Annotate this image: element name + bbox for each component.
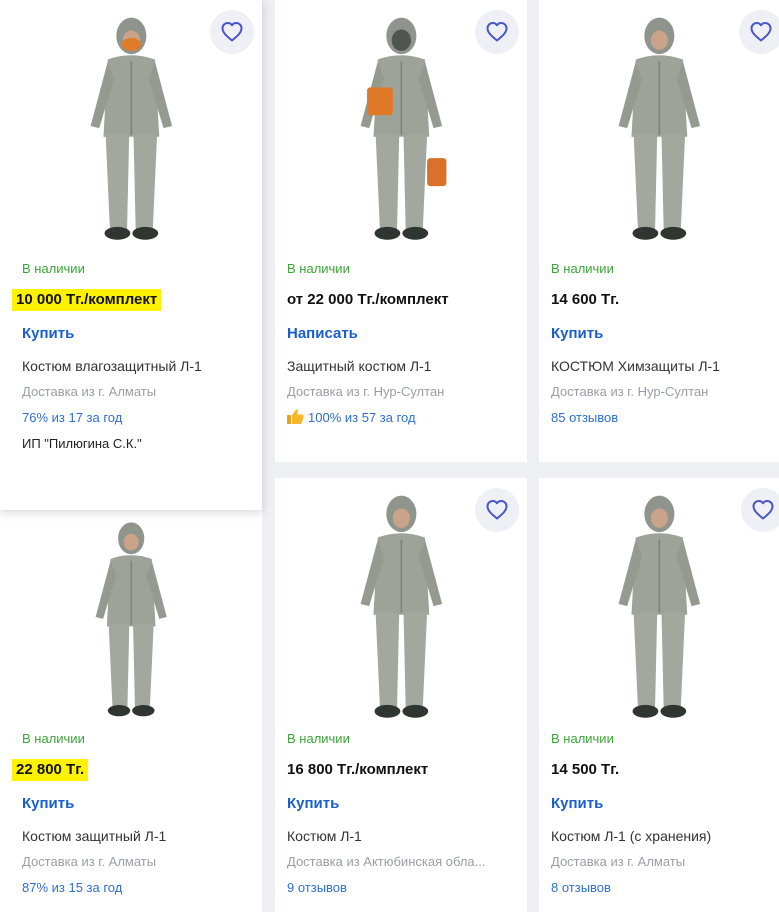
protective-suit-image: [89, 16, 173, 241]
buy-button[interactable]: Купить: [551, 324, 771, 344]
product-title[interactable]: Костюм влагозащитный Л-1: [22, 356, 254, 376]
heart-outline-icon: [221, 22, 243, 42]
delivery-info: Доставка из Актюбинская обла...: [287, 854, 486, 869]
product-title[interactable]: Защитный костюм Л-1: [287, 356, 519, 376]
delivery-info: Доставка из г. Алматы: [551, 854, 686, 869]
product-price: от 22 000 Тг./комплект: [287, 291, 449, 308]
seller-name[interactable]: ИП "Пилюгина С.К.": [22, 435, 254, 453]
heart-outline-icon: [750, 22, 772, 42]
product-title[interactable]: Костюм Л-1 (с хранения): [551, 826, 771, 846]
delivery-info: Доставка из г. Нур-Султан: [287, 384, 445, 399]
product-card[interactable]: В наличии 14 600 Тг. Купить КОСТЮМ Химза…: [539, 0, 779, 462]
protective-suit-image: [617, 16, 701, 241]
product-title[interactable]: КОСТЮМ Химзащиты Л-1: [551, 356, 771, 376]
seller-rating-text: 100% из 57 за год: [308, 410, 416, 425]
price-highlight: 22 800 Тг.: [12, 759, 89, 781]
availability-status: В наличии: [551, 261, 614, 276]
write-button[interactable]: Написать: [287, 324, 519, 344]
availability-status: В наличии: [22, 731, 85, 746]
thumbs-up-icon: [287, 409, 304, 424]
buy-button[interactable]: Купить: [551, 794, 771, 814]
heart-outline-icon: [486, 22, 508, 42]
product-card[interactable]: В наличии 10 000 Тг./комплект Купить Кос…: [0, 0, 262, 510]
product-title[interactable]: Костюм защитный Л-1: [22, 826, 254, 846]
protective-suit-image: [94, 521, 168, 717]
product-card[interactable]: В наличии от 22 000 Тг./комплект Написат…: [275, 0, 527, 462]
favorite-button[interactable]: [475, 10, 519, 54]
product-title[interactable]: Костюм Л-1: [287, 826, 519, 846]
favorite-button[interactable]: [475, 488, 519, 532]
delivery-info: Доставка из г. Алматы: [22, 854, 157, 869]
availability-status: В наличии: [551, 731, 614, 746]
heart-outline-icon: [486, 500, 508, 520]
buy-button[interactable]: Купить: [22, 794, 254, 814]
reviews-link[interactable]: 85 отзывов: [551, 409, 771, 427]
availability-status: В наличии: [287, 261, 350, 276]
delivery-info: Доставка из г. Нур-Султан: [551, 384, 709, 399]
product-price: 14 500 Тг.: [551, 761, 620, 778]
protective-suit-image: [617, 494, 701, 719]
reviews-link[interactable]: 8 отзывов: [551, 879, 771, 897]
availability-status: В наличии: [22, 261, 85, 276]
favorite-button[interactable]: [739, 10, 779, 54]
seller-rating[interactable]: 100% из 57 за год: [287, 409, 519, 427]
delivery-info: Доставка из г. Алматы: [22, 384, 157, 399]
seller-rating[interactable]: 76% из 17 за год: [22, 409, 254, 427]
protective-suit-image: [359, 494, 443, 719]
buy-button[interactable]: Купить: [22, 324, 254, 344]
availability-status: В наличии: [287, 731, 350, 746]
product-card[interactable]: В наличии 22 800 Тг. Купить Костюм защит…: [0, 478, 262, 912]
reviews-link[interactable]: 9 отзывов: [287, 879, 519, 897]
product-price: 10 000 Тг./комплект: [12, 289, 254, 311]
product-image[interactable]: [539, 486, 779, 722]
favorite-button[interactable]: [210, 10, 254, 54]
heart-outline-icon: [752, 500, 774, 520]
product-card[interactable]: В наличии 16 800 Тг./комплект Купить Кос…: [275, 478, 527, 912]
product-price: 14 600 Тг.: [551, 291, 620, 308]
product-image[interactable]: [0, 514, 262, 720]
price-highlight: 10 000 Тг./комплект: [12, 289, 162, 311]
seller-rating[interactable]: 87% из 15 за год: [22, 879, 254, 897]
protective-suit-image: [359, 16, 447, 241]
product-card[interactable]: В наличии 14 500 Тг. Купить Костюм Л-1 (…: [539, 478, 779, 912]
product-price: 22 800 Тг.: [12, 759, 254, 781]
buy-button[interactable]: Купить: [287, 794, 519, 814]
product-price: 16 800 Тг./комплект: [287, 761, 429, 778]
favorite-button[interactable]: [741, 488, 779, 532]
